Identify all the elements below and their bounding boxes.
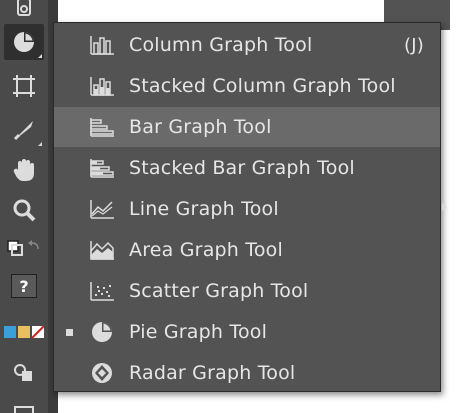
hand-icon bbox=[13, 159, 34, 181]
artboard-icon bbox=[13, 75, 35, 97]
graph-tool[interactable] bbox=[4, 24, 44, 60]
menu-item-stacked-bar-graph-tool[interactable]: Stacked Bar Graph Tool bbox=[54, 148, 440, 188]
zoom-icon bbox=[13, 199, 36, 222]
stacked-column-graph-icon bbox=[88, 72, 116, 100]
app-window: ? Column Graph Tool (J) Stacked Column G… bbox=[0, 0, 474, 413]
screen-mode-tool[interactable] bbox=[4, 396, 44, 413]
symbol-sprayer-tool[interactable] bbox=[4, 0, 44, 26]
menu-item-label: Radar Graph Tool bbox=[129, 362, 296, 384]
screen-mode-icon bbox=[14, 406, 34, 413]
graph-tools-flyout-menu: Column Graph Tool (J) Stacked Column Gra… bbox=[53, 22, 441, 392]
menu-item-label: Pie Graph Tool bbox=[129, 321, 268, 343]
draw-mode-icon bbox=[14, 364, 32, 381]
menu-item-bar-graph-tool[interactable]: Bar Graph Tool bbox=[54, 107, 440, 147]
column-graph-icon bbox=[88, 31, 116, 59]
document-canvas-edge bbox=[450, 0, 474, 413]
menu-item-scatter-graph-tool[interactable]: Scatter Graph Tool bbox=[54, 271, 440, 311]
menu-item-label: Bar Graph Tool bbox=[129, 116, 272, 138]
color-modes[interactable] bbox=[4, 320, 44, 344]
menu-item-label: Line Graph Tool bbox=[129, 198, 279, 220]
fill-stroke-icon bbox=[7, 240, 39, 256]
slice-tool[interactable] bbox=[4, 112, 44, 148]
menu-item-pie-graph-tool[interactable]: Pie Graph Tool bbox=[54, 312, 440, 352]
menu-item-label: Stacked Column Graph Tool bbox=[129, 75, 396, 97]
menu-item-line-graph-tool[interactable]: Line Graph Tool bbox=[54, 189, 440, 229]
tools-panel: ? bbox=[0, 0, 49, 413]
menu-item-column-graph-tool[interactable]: Column Graph Tool (J) bbox=[54, 25, 440, 65]
bar-graph-icon bbox=[88, 113, 116, 141]
scatter-graph-icon bbox=[88, 277, 116, 305]
help-glyph: ? bbox=[11, 274, 37, 298]
radar-graph-icon bbox=[88, 359, 116, 387]
line-graph-icon bbox=[88, 195, 116, 223]
area-graph-icon bbox=[88, 236, 116, 264]
menu-item-label: Column Graph Tool bbox=[129, 34, 313, 56]
selected-indicator bbox=[66, 328, 73, 336]
menu-item-stacked-column-graph-tool[interactable]: Stacked Column Graph Tool bbox=[54, 66, 440, 106]
menu-item-label: Area Graph Tool bbox=[129, 239, 283, 261]
menu-item-shortcut: (J) bbox=[404, 34, 424, 56]
artboard-tool[interactable] bbox=[4, 68, 44, 104]
menu-item-area-graph-tool[interactable]: Area Graph Tool bbox=[54, 230, 440, 270]
menu-item-radar-graph-tool[interactable]: Radar Graph Tool bbox=[54, 353, 440, 393]
tool-group-indicator bbox=[38, 142, 42, 146]
stacked-bar-graph-icon bbox=[88, 154, 116, 182]
fill-stroke-defaults[interactable]: ? bbox=[4, 268, 44, 304]
tool-group-indicator bbox=[38, 54, 42, 58]
fill-stroke-swap[interactable] bbox=[4, 232, 44, 268]
slice-icon bbox=[13, 121, 33, 141]
draw-mode-tool[interactable] bbox=[4, 354, 44, 390]
panel-collapse-arrow-icon[interactable] bbox=[442, 203, 447, 211]
menu-item-label: Scatter Graph Tool bbox=[129, 280, 309, 302]
symbol-sprayer-icon bbox=[17, 0, 31, 16]
pie-graph-icon bbox=[88, 318, 116, 346]
pie-graph-icon bbox=[14, 32, 34, 52]
hand-tool[interactable] bbox=[4, 152, 44, 188]
zoom-tool[interactable] bbox=[4, 192, 44, 228]
menu-item-label: Stacked Bar Graph Tool bbox=[129, 157, 355, 179]
color-modes-icon bbox=[4, 325, 44, 339]
